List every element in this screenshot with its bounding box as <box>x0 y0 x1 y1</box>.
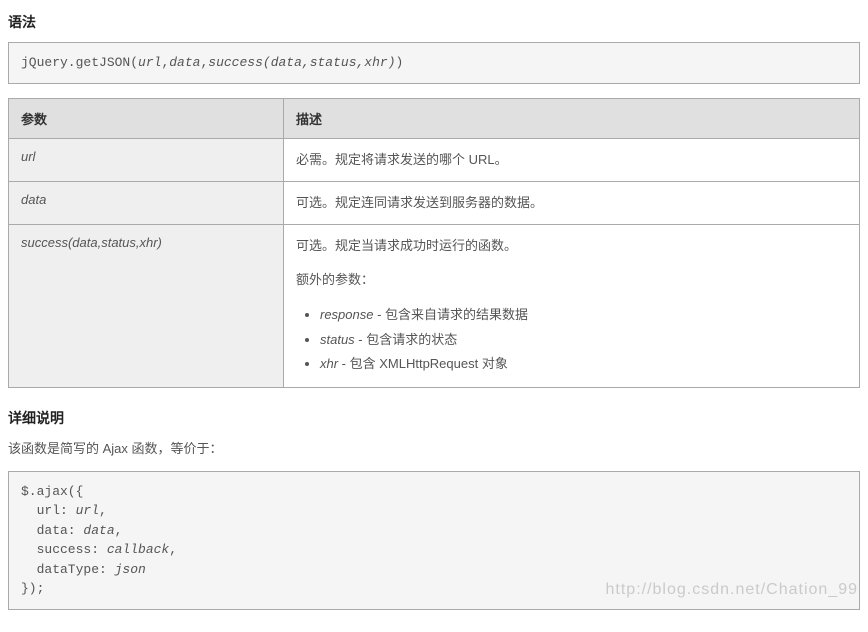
table-row: data 可选。规定连同请求发送到服务器的数据。 <box>9 181 860 224</box>
param-name-cell: url <box>9 138 284 181</box>
table-row: url 必需。规定将请求发送的哪个 URL。 <box>9 138 860 181</box>
col-header-desc: 描述 <box>284 98 860 138</box>
details-heading: 详细说明 <box>8 408 860 428</box>
param-desc-cell: 可选。规定当请求成功时运行的函数。 额外的参数： response - 包含来自… <box>284 224 860 387</box>
parameters-table: 参数 描述 url 必需。规定将请求发送的哪个 URL。 data 可选。规定连… <box>8 98 860 388</box>
param-tail: - 包含请求的状态 <box>355 332 458 347</box>
table-header-row: 参数 描述 <box>9 98 860 138</box>
param-keyword: status <box>320 332 355 347</box>
param-keyword: xhr <box>320 356 338 371</box>
syntax-heading: 语法 <box>8 12 860 32</box>
col-header-param: 参数 <box>9 98 284 138</box>
desc-line: 可选。规定当请求成功时运行的函数。 <box>296 235 847 257</box>
param-desc-cell: 可选。规定连同请求发送到服务器的数据。 <box>284 181 860 224</box>
param-tail: - 包含来自请求的结果数据 <box>373 307 528 322</box>
list-item: xhr - 包含 XMLHttpRequest 对象 <box>320 352 847 377</box>
list-item: response - 包含来自请求的结果数据 <box>320 303 847 328</box>
syntax-code-block: jQuery.getJSON(url,data,success(data,sta… <box>8 42 860 84</box>
list-item: status - 包含请求的状态 <box>320 328 847 353</box>
param-tail: - 包含 XMLHttpRequest 对象 <box>338 356 508 371</box>
table-row: success(data,status,xhr) 可选。规定当请求成功时运行的函… <box>9 224 860 387</box>
details-intro: 该函数是简写的 Ajax 函数，等价于： <box>8 438 860 457</box>
desc-line: 额外的参数： <box>296 269 847 291</box>
ajax-code-block: $.ajax({ url: url, data: data, success: … <box>8 471 860 610</box>
extra-params-list: response - 包含来自请求的结果数据 status - 包含请求的状态 … <box>296 303 847 377</box>
param-desc-cell: 必需。规定将请求发送的哪个 URL。 <box>284 138 860 181</box>
param-name-cell: success(data,status,xhr) <box>9 224 284 387</box>
param-keyword: response <box>320 307 373 322</box>
param-name-cell: data <box>9 181 284 224</box>
